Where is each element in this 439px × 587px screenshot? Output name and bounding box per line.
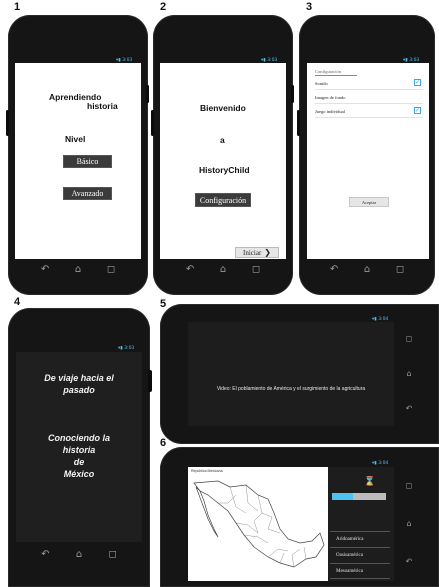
to-text: a <box>220 135 225 145</box>
accept-button[interactable]: Aceptar <box>349 197 389 207</box>
screen-welcome: Bienvenido a HistoryChild Configuración … <box>160 63 286 259</box>
status-time: 3:04 <box>378 461 389 466</box>
start-button[interactable]: Iniciar ❯ <box>235 247 279 258</box>
home-icon[interactable]: ⌂ <box>406 369 411 379</box>
region-list: Aridoamérica Oasisamérica Mesoamérica <box>330 531 390 579</box>
recents-icon[interactable]: ◻ <box>406 334 413 344</box>
intro-line-5: de <box>73 457 85 467</box>
welcome-text: Bienvenido <box>200 103 246 113</box>
recents-icon[interactable]: ◻ <box>396 265 404 275</box>
back-icon[interactable]: ↶ <box>406 404 413 414</box>
figure-label-4: 4 <box>14 296 21 308</box>
figure-label-5: 5 <box>160 298 167 310</box>
settings-button[interactable]: Configuración <box>195 193 251 207</box>
screen-intro: De viaje hacia el pasado Conociendo la h… <box>16 352 142 542</box>
recents-icon[interactable]: ◻ <box>252 265 260 275</box>
nav-bar: ↶ ⌂ ◻ <box>28 263 128 277</box>
phone-4: ▾▮ 3:03 De viaje hacia el pasado Conocie… <box>8 308 152 587</box>
title-line-2: historia <box>87 101 118 111</box>
status-time: 3:03 <box>124 346 135 351</box>
intro-line-1: De viaje hacia el <box>44 373 114 383</box>
intro-line-3: Conociendo la <box>47 433 110 443</box>
hourglass-icon: ⌛ <box>364 476 376 486</box>
screen-map: Republica Mexicana ⌛ Aridoamérica Oasisa… <box>188 467 394 581</box>
figure-label-6: 6 <box>160 437 167 449</box>
settings-header: Configuración <box>315 69 341 74</box>
back-icon[interactable]: ↶ <box>186 265 194 275</box>
recents-icon[interactable]: ◻ <box>109 550 117 560</box>
option-label: Sonido <box>315 81 328 86</box>
mexico-map[interactable] <box>188 473 328 581</box>
back-icon[interactable]: ↶ <box>406 557 413 567</box>
nav-bar-vertical: ◻ ⌂ ↶ <box>400 467 418 581</box>
home-icon[interactable]: ⌂ <box>76 550 82 560</box>
video-caption: Video: El poblamiento de América y el su… <box>216 386 366 392</box>
recents-icon[interactable]: ◻ <box>107 265 115 275</box>
home-icon[interactable]: ⌂ <box>406 519 411 529</box>
phone-3: ▾▮ 3:03 Configuración Sonido ✓ Imagen de… <box>297 15 435 295</box>
nav-bar-vertical: ◻ ⌂ ↶ <box>400 322 418 426</box>
screen-video: Video: El poblamiento de América y el su… <box>188 322 394 426</box>
app-name: HistoryChild <box>199 165 250 175</box>
battery-icon: ▮ <box>374 461 377 466</box>
list-item[interactable]: Aridoamérica <box>330 531 390 547</box>
intro-line-6: México <box>63 469 95 479</box>
option-label: Imagen de fondo <box>315 95 346 100</box>
nav-bar: ↶ ⌂ ◻ <box>28 548 130 562</box>
screen-settings: Configuración Sonido ✓ Imagen de fondo J… <box>307 63 429 259</box>
checkbox-checked-icon[interactable]: ✓ <box>414 79 421 86</box>
option-label: Juego individual <box>315 109 345 114</box>
option-sound[interactable]: Sonido ✓ <box>315 77 423 90</box>
figure-label-2: 2 <box>160 1 167 13</box>
checkbox-checked-icon[interactable]: ✓ <box>414 107 421 114</box>
screen-level-select: Aprendiendo historia Nivel Básico Avanza… <box>15 63 141 259</box>
option-single-player[interactable]: Juego individual ✓ <box>315 105 423 118</box>
intro-line-4: historia <box>62 445 96 455</box>
back-icon[interactable]: ↶ <box>41 265 49 275</box>
start-label: Iniciar <box>243 248 262 257</box>
level-label: Nivel <box>65 134 86 144</box>
nav-bar: ↶ ⌂ ◻ <box>173 263 273 277</box>
phone-5: ▾▮ 3:04 Video: El poblamiento de América… <box>160 304 439 444</box>
figure-label-3: 3 <box>306 1 313 13</box>
nav-bar: ↶ ⌂ ◻ <box>317 263 417 277</box>
battery-icon: ▮ <box>120 346 123 351</box>
phone-2: ▾▮ 3:03 Bienvenido a HistoryChild Config… <box>151 15 294 295</box>
home-icon[interactable]: ⌂ <box>364 265 370 275</box>
phone-6: ▾▮ 3:04 Republica Mexicana ⌛ Aridoaméric… <box>160 447 439 587</box>
home-icon[interactable]: ⌂ <box>220 265 226 275</box>
map-panel: Republica Mexicana <box>188 467 328 581</box>
progress-fill <box>332 493 353 500</box>
figure-label-1: 1 <box>14 1 21 13</box>
home-icon[interactable]: ⌂ <box>75 265 81 275</box>
phone-1: ▾▮ 3:03 Aprendiendo historia Nivel Básic… <box>6 15 149 295</box>
basic-button[interactable]: Básico <box>63 155 112 168</box>
intro-line-2: pasado <box>63 385 95 395</box>
list-item[interactable]: Oasisamérica <box>330 547 390 563</box>
option-background-image[interactable]: Imagen de fondo <box>315 91 423 104</box>
progress-bar <box>332 493 386 500</box>
map-outline <box>193 480 325 568</box>
advanced-button[interactable]: Avanzado <box>63 187 112 200</box>
recents-icon[interactable]: ◻ <box>406 481 413 491</box>
back-icon[interactable]: ↶ <box>41 550 49 560</box>
list-item[interactable]: Mesoamérica <box>330 563 390 579</box>
back-icon[interactable]: ↶ <box>330 265 338 275</box>
chevron-right-icon: ❯ <box>264 248 271 257</box>
settings-header-rule <box>315 75 357 76</box>
